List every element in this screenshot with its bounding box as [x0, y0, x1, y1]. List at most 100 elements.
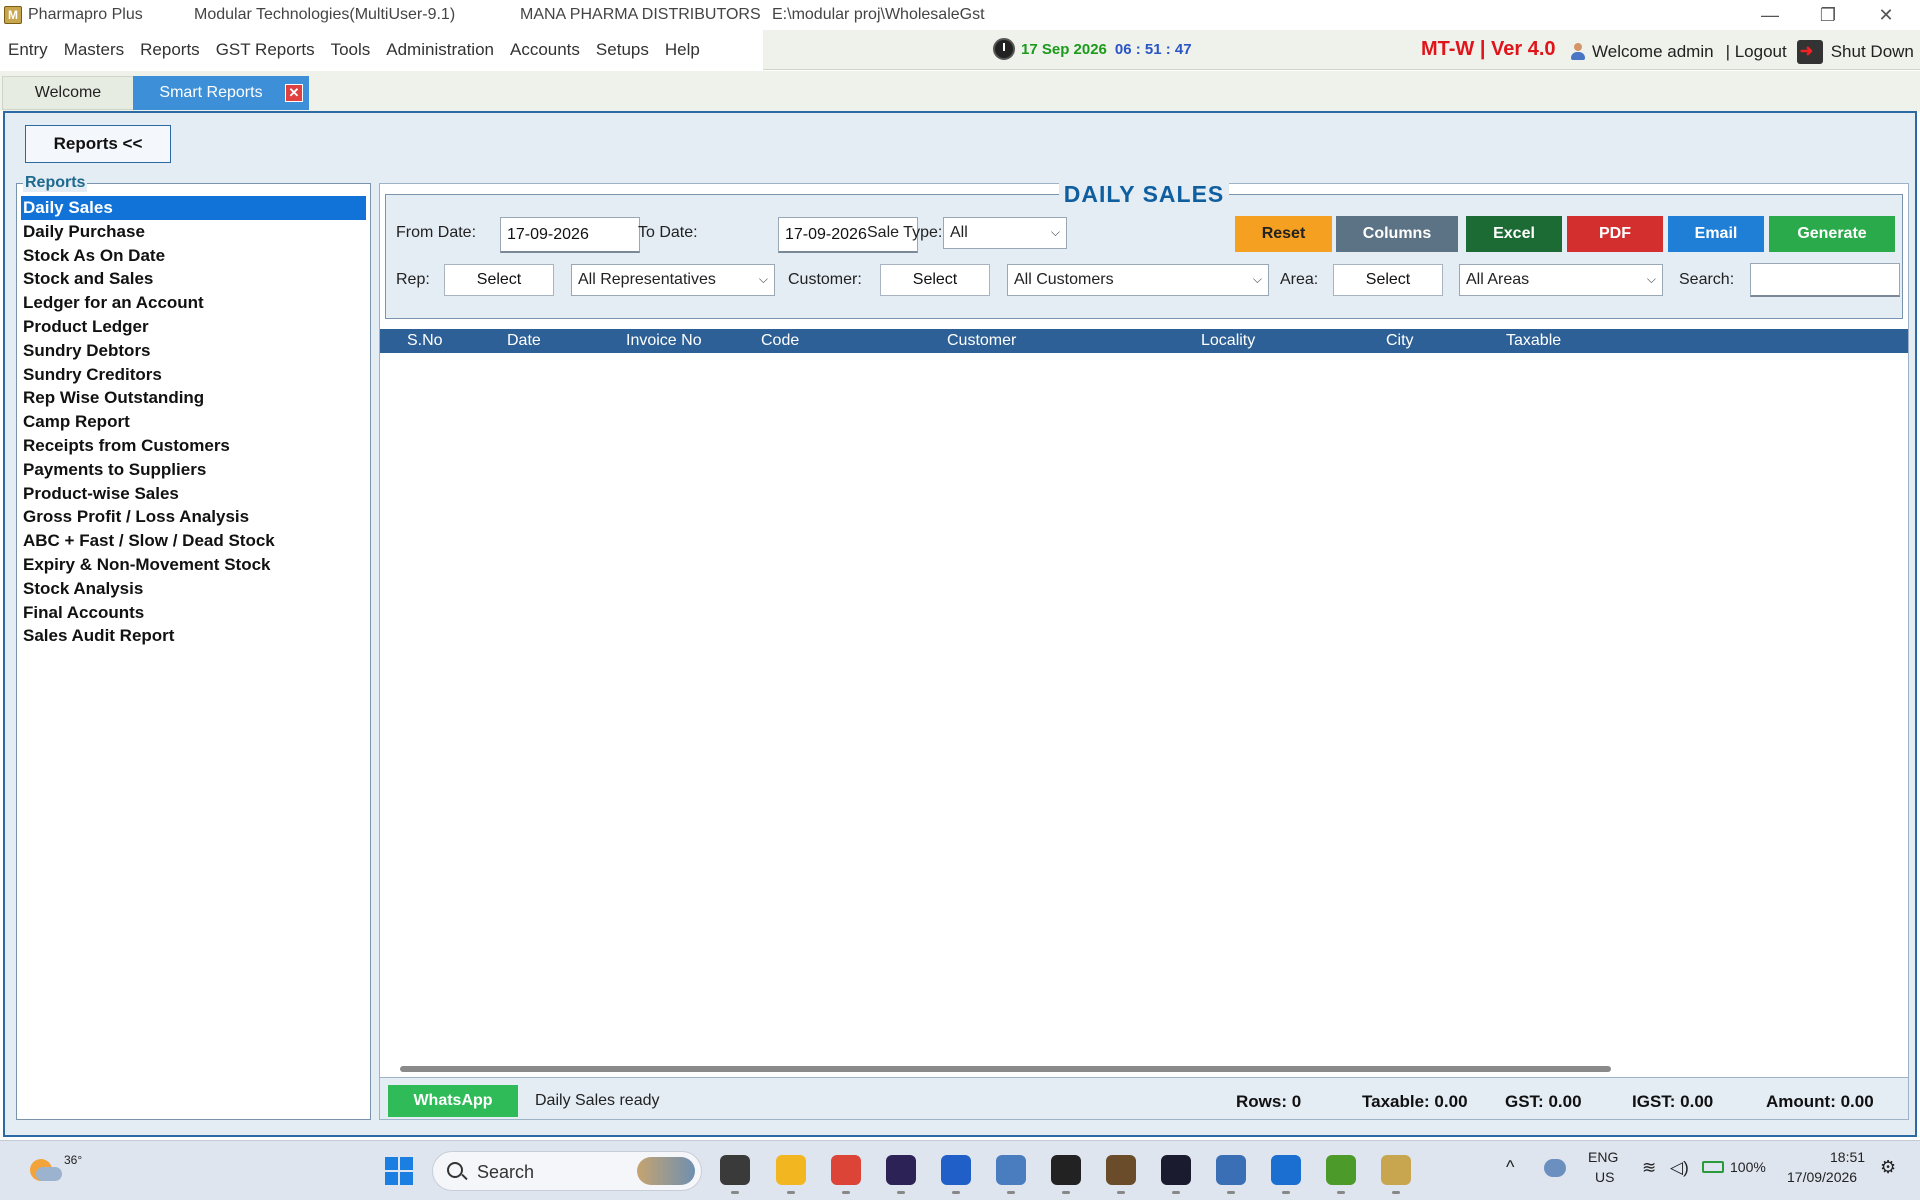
chevron-down-icon: ⌵ — [758, 272, 768, 286]
sidebar-item-product-wise-sales[interactable]: Product-wise Sales — [21, 482, 366, 506]
sidebar-item-gross-profit-loss-analysis[interactable]: Gross Profit / Loss Analysis — [21, 505, 366, 529]
sidebar-item-expiry-non-movement-stock[interactable]: Expiry & Non-Movement Stock — [21, 553, 366, 577]
area-select-button[interactable]: Select — [1333, 264, 1443, 296]
column-header-code[interactable]: Code — [761, 329, 799, 353]
menu-item-help[interactable]: Help — [665, 40, 700, 60]
shutdown-icon[interactable] — [1796, 40, 1823, 64]
close-tab-icon[interactable]: ✕ — [285, 84, 303, 102]
sidebar-item-final-accounts[interactable]: Final Accounts — [21, 601, 366, 625]
menu-item-administration[interactable]: Administration — [386, 40, 494, 60]
battery-icon[interactable] — [1702, 1161, 1724, 1173]
sidebar-item-stock-analysis[interactable]: Stock Analysis — [21, 577, 366, 601]
menu-item-accounts[interactable]: Accounts — [510, 40, 580, 60]
chrome-icon[interactable] — [831, 1155, 861, 1185]
menu-item-setups[interactable]: Setups — [596, 40, 649, 60]
sidebar-legend: Reports — [23, 174, 88, 192]
reports-toggle-button[interactable]: Reports << — [25, 125, 171, 163]
generate-button[interactable]: Generate — [1769, 216, 1895, 252]
customer-dropdown[interactable]: All Customers ⌵ — [1007, 264, 1269, 296]
clock-icon — [993, 38, 1015, 60]
clock-time-tray[interactable]: 18:51 — [1830, 1149, 1865, 1165]
igst-total: IGST: 0.00 — [1632, 1092, 1714, 1111]
settings-app-icon[interactable] — [1106, 1155, 1136, 1185]
sidebar-item-camp-report[interactable]: Camp Report — [21, 410, 366, 434]
wifi-icon[interactable]: ≋ — [1642, 1158, 1656, 1178]
running-indicator — [1337, 1191, 1345, 1194]
pdf-button[interactable]: PDF — [1567, 216, 1663, 252]
tab-label: Smart Reports — [159, 84, 263, 101]
rep-dropdown[interactable]: All Representatives ⌵ — [571, 264, 775, 296]
chatgpt-icon[interactable] — [1051, 1155, 1081, 1185]
excel-button[interactable]: Excel — [1466, 216, 1562, 252]
column-header-taxable[interactable]: Taxable — [1506, 329, 1561, 353]
sidebar-item-daily-purchase[interactable]: Daily Purchase — [21, 220, 366, 244]
logout-link[interactable]: | Logout — [1726, 42, 1787, 62]
start-icon[interactable] — [385, 1157, 413, 1185]
sidebar-item-sundry-debtors[interactable]: Sundry Debtors — [21, 339, 366, 363]
taxable-total: Taxable: 0.00 — [1362, 1092, 1468, 1111]
weather-icon[interactable]: 36° — [24, 1149, 82, 1189]
menu-item-reports[interactable]: Reports — [140, 40, 200, 60]
reset-button[interactable]: Reset — [1235, 216, 1332, 252]
taskbar-search[interactable]: Search — [432, 1151, 702, 1191]
remote-app-icon[interactable] — [1271, 1155, 1301, 1185]
column-header-customer[interactable]: Customer — [947, 329, 1016, 353]
menu-item-tools[interactable]: Tools — [331, 40, 371, 60]
close-window-button[interactable]: ✕ — [1858, 0, 1914, 30]
column-header-city[interactable]: City — [1386, 329, 1414, 353]
sidebar-item-payments-to-suppliers[interactable]: Payments to Suppliers — [21, 458, 366, 482]
rep-select-button[interactable]: Select — [444, 264, 554, 296]
column-header-s-no[interactable]: S.No — [407, 329, 443, 353]
file-explorer-icon[interactable] — [776, 1155, 806, 1185]
horizontal-scrollbar[interactable] — [400, 1066, 1611, 1072]
editor-icon[interactable] — [996, 1155, 1026, 1185]
area-dropdown[interactable]: All Areas ⌵ — [1459, 264, 1663, 296]
sidebar-item-receipts-from-customers[interactable]: Receipts from Customers — [21, 434, 366, 458]
language[interactable]: ENG — [1588, 1149, 1618, 1165]
sale-type-dropdown[interactable]: All ⌵ — [943, 217, 1067, 249]
sidebar-item-abc-fast-slow-dead-stock[interactable]: ABC + Fast / Slow / Dead Stock — [21, 529, 366, 553]
region[interactable]: US — [1595, 1169, 1614, 1185]
sidebar-item-rep-wise-outstanding[interactable]: Rep Wise Outstanding — [21, 386, 366, 410]
customer-select-button[interactable]: Select — [880, 264, 990, 296]
sidebar-item-sales-audit-report[interactable]: Sales Audit Report — [21, 624, 366, 648]
columns-button[interactable]: Columns — [1336, 216, 1458, 252]
email-button[interactable]: Email — [1668, 216, 1764, 252]
running-indicator — [1117, 1191, 1125, 1194]
cloud-sync-icon[interactable] — [1544, 1159, 1566, 1177]
menu-item-gst-reports[interactable]: GST Reports — [216, 40, 315, 60]
design-app-icon[interactable] — [1161, 1155, 1191, 1185]
eclipse-icon[interactable] — [886, 1155, 916, 1185]
sidebar-item-sundry-creditors[interactable]: Sundry Creditors — [21, 363, 366, 387]
virtualbox-icon[interactable] — [1216, 1155, 1246, 1185]
notification-icon[interactable]: ⚙ — [1880, 1157, 1896, 1178]
menu-item-masters[interactable]: Masters — [64, 40, 124, 60]
shutdown-link[interactable]: Shut Down — [1831, 42, 1914, 62]
tab-smart-reports[interactable]: Smart Reports ✕ — [133, 76, 309, 110]
volume-icon[interactable]: ◁) — [1670, 1158, 1689, 1178]
column-header-invoice-no[interactable]: Invoice No — [626, 329, 702, 353]
sidebar-item-stock-as-on-date[interactable]: Stock As On Date — [21, 244, 366, 268]
sale-type-value: All — [950, 224, 968, 241]
pharmapro-app-icon[interactable] — [1381, 1155, 1411, 1185]
minimize-button[interactable]: — — [1742, 0, 1798, 30]
clock-date-tray[interactable]: 17/09/2026 — [1787, 1169, 1857, 1185]
chevron-up-icon[interactable]: ^ — [1506, 1157, 1514, 1178]
sidebar-item-daily-sales[interactable]: Daily Sales — [21, 196, 366, 220]
grid-body[interactable] — [380, 353, 1908, 1056]
sidebar-item-product-ledger[interactable]: Product Ledger — [21, 315, 366, 339]
menu-item-entry[interactable]: Entry — [8, 40, 48, 60]
restore-button[interactable]: ❐ — [1800, 0, 1856, 30]
column-header-locality[interactable]: Locality — [1201, 329, 1255, 353]
sidebar-item-ledger-for-an-account[interactable]: Ledger for an Account — [21, 291, 366, 315]
column-header-date[interactable]: Date — [507, 329, 541, 353]
whatsapp-button[interactable]: WhatsApp — [388, 1085, 518, 1117]
from-date-field[interactable]: 17-09-2026 — [500, 217, 640, 253]
sidebar-item-stock-and-sales[interactable]: Stock and Sales — [21, 267, 366, 291]
tab-welcome[interactable]: Welcome — [2, 76, 134, 110]
chart-app-icon[interactable] — [1326, 1155, 1356, 1185]
task-view-icon[interactable] — [720, 1155, 750, 1185]
report-content: DAILY SALES From Date: 17-09-2026 To Dat… — [379, 181, 1909, 1120]
dos-icon[interactable] — [941, 1155, 971, 1185]
search-input[interactable] — [1750, 263, 1900, 297]
